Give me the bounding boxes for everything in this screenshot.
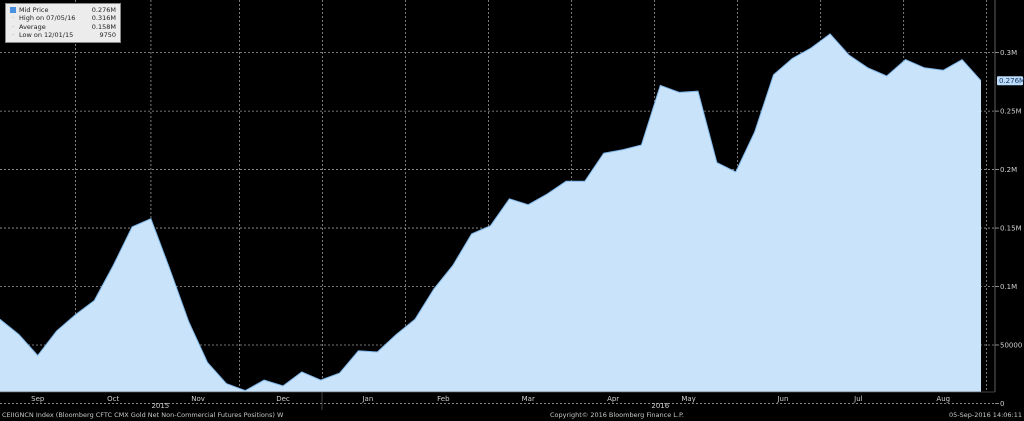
series-swatch-icon — [10, 7, 16, 14]
legend-name: · High on 07/05/16 — [10, 14, 75, 22]
legend-label: High on 07/05/16 — [19, 14, 76, 23]
y-tick-label: 0.3M — [1000, 49, 1017, 57]
x-tick-label: Nov — [191, 395, 205, 403]
x-tick-label: Jan — [361, 395, 373, 403]
footer-index-description: CEIIGNCN Index (Bloomberg CFTC CMX Gold … — [2, 411, 284, 419]
y-tick-label: 50000 — [1000, 341, 1022, 349]
legend-label: Average — [19, 22, 46, 31]
x-tick-label: Dec — [276, 395, 290, 403]
legend-value: 0.158M — [91, 22, 116, 31]
tree-line-icon: · — [11, 30, 15, 39]
legend-box: Mid Price 0.276M · High on 07/05/16 0.316… — [5, 3, 121, 43]
x-tick-label: Mar — [522, 395, 535, 403]
footer-bar: CEIIGNCN Index (Bloomberg CFTC CMX Gold … — [0, 410, 1024, 421]
legend-name: Mid Price — [10, 6, 48, 14]
price-chart: 0.3M 0.25M 0.2M 0.15M 0.1M 50000 0 Sep Oct Nov De… — [0, 0, 1024, 410]
footer-timestamp: 05-Sep-2016 14:06:11 — [948, 411, 1022, 419]
last-value-label: 0.276M — [999, 77, 1024, 85]
last-value-marker: 0.276M — [997, 76, 1024, 86]
y-axis-ticks: 0.3M 0.25M 0.2M 0.15M 0.1M 50000 0 — [995, 49, 1022, 408]
tree-line-icon: · — [11, 14, 15, 23]
legend-name: · Average — [10, 23, 46, 31]
x-tick-label: Jul — [853, 395, 863, 403]
x-axis-ticks: Sep Oct Nov Dec Jan Feb Mar Apr May Jun Jul Aug 2015… — [31, 395, 950, 410]
legend-name: · Low on 12/01/15 — [10, 31, 73, 39]
legend-value: 0.276M — [91, 6, 116, 14]
x-tick-label: Apr — [607, 395, 619, 403]
legend-row-high: · High on 07/05/16 0.316M — [10, 14, 116, 22]
tree-line-icon: · — [11, 22, 15, 31]
y-tick-label: 0.25M — [1000, 108, 1022, 116]
y-tick-label: 0.1M — [1000, 283, 1017, 291]
x-year-label: 2016 — [651, 402, 669, 410]
legend-label: Mid Price — [19, 6, 49, 14]
legend-row-average: · Average 0.158M — [10, 23, 116, 31]
y-tick-label: 0 — [1000, 400, 1004, 408]
legend-label: Low on 12/01/15 — [19, 30, 74, 39]
footer-copyright: Copyright© 2016 Bloomberg Finance L.P. — [550, 411, 684, 419]
y-tick-label: 0.2M — [1000, 166, 1017, 174]
x-tick-label: Sep — [31, 395, 45, 403]
legend-row-low: · Low on 12/01/15 9750 — [10, 31, 116, 39]
x-tick-label: Jun — [776, 395, 788, 403]
legend-value: 0.316M — [91, 14, 116, 23]
x-tick-label: Feb — [437, 395, 450, 403]
legend-row-mid-price: Mid Price 0.276M — [10, 6, 116, 14]
x-tick-label: May — [681, 395, 695, 403]
x-year-label: 2015 — [151, 402, 169, 410]
x-tick-label: Oct — [107, 395, 119, 403]
legend-value: 9750 — [99, 30, 116, 39]
x-tick-label: Aug — [936, 395, 950, 403]
series-area — [0, 33, 981, 393]
y-tick-label: 0.15M — [1000, 225, 1022, 233]
